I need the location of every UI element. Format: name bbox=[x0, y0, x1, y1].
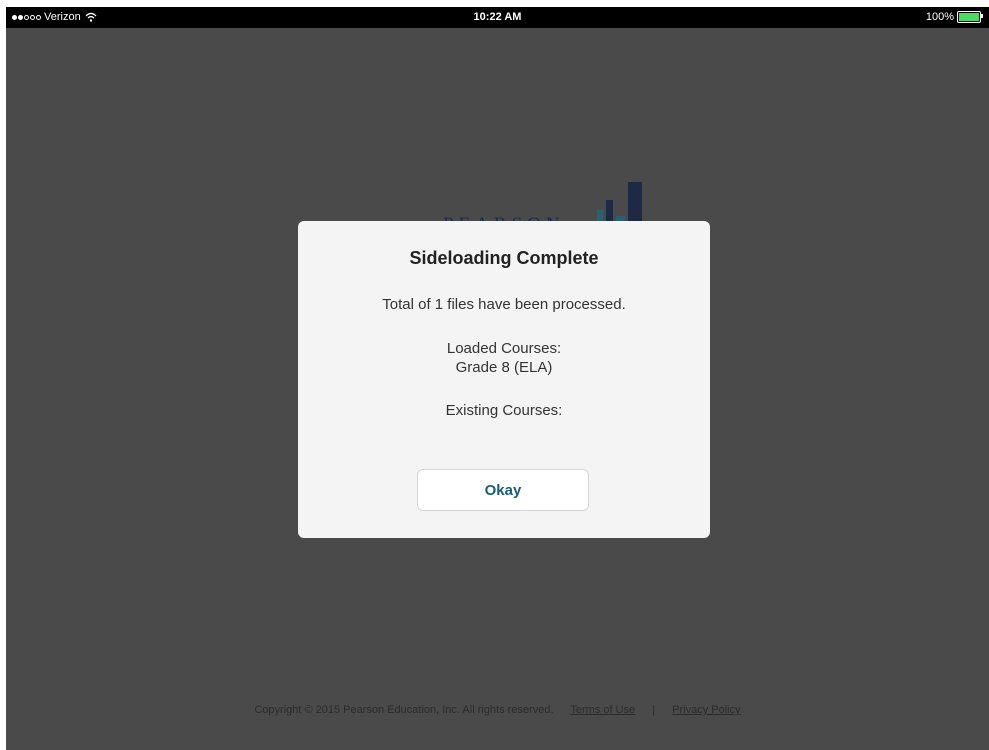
copyright-text: Copyright © 2015 Pearson Education, Inc.… bbox=[254, 704, 554, 716]
footer: Copyright © 2015 Pearson Education, Inc.… bbox=[6, 704, 989, 716]
app-screen: Verizon 10:22 AM 100% PEARSON Sideloadin… bbox=[6, 7, 989, 750]
dialog-title: Sideloading Complete bbox=[409, 248, 599, 268]
okay-button[interactable]: Okay bbox=[417, 469, 589, 511]
terms-of-use-link[interactable]: Terms of Use bbox=[570, 704, 635, 716]
status-right: 100% bbox=[925, 11, 983, 23]
status-bar: Verizon 10:22 AM 100% bbox=[6, 7, 989, 28]
footer-separator: | bbox=[652, 704, 656, 716]
status-time: 10:22 AM bbox=[473, 11, 522, 23]
sideload-complete-dialog: Sideloading Complete Total of 1 files ha… bbox=[298, 221, 710, 538]
battery-icon bbox=[957, 11, 983, 23]
loaded-course-item: Grade 8 (ELA) bbox=[455, 359, 553, 376]
privacy-policy-link[interactable]: Privacy Policy bbox=[672, 704, 740, 716]
dialog-message: Total of 1 files have been processed. bbox=[382, 296, 626, 313]
loaded-courses: Loaded Courses: Grade 8 (ELA) bbox=[298, 339, 710, 377]
existing-courses-label: Existing Courses: bbox=[445, 402, 563, 419]
battery-percent: 100% bbox=[925, 11, 954, 23]
loaded-courses-label: Loaded Courses: bbox=[446, 340, 562, 357]
battery-fill bbox=[959, 13, 979, 21]
